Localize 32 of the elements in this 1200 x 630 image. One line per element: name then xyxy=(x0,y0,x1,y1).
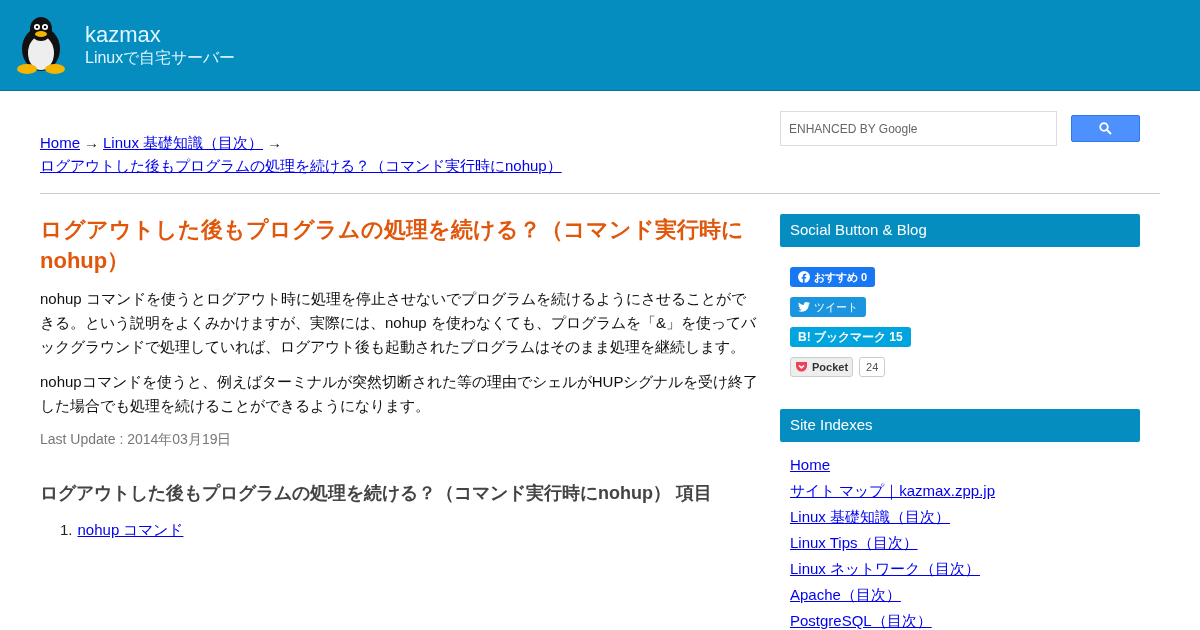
search-icon xyxy=(1099,122,1112,135)
breadcrumb-link[interactable]: Linux 基礎知識（目次） xyxy=(103,131,264,154)
list-number: 1. xyxy=(60,520,73,540)
sidebar-heading: Social Button & Blog xyxy=(780,214,1140,247)
sidebar-link[interactable]: サイト マップ｜kazmax.zpp.jp xyxy=(790,480,1002,502)
pocket-button[interactable]: Pocket xyxy=(790,357,854,377)
facebook-icon xyxy=(798,271,810,283)
toc-heading: ログアウトした後もプログラムの処理を続ける？（コマンド実行時にnohup） 項目 xyxy=(40,482,713,505)
bird-icon xyxy=(798,302,810,312)
site-tagline: Linuxで自宅サーバー xyxy=(85,48,236,68)
pocket-icon xyxy=(795,361,808,373)
article-title: ログアウトした後もプログラムの処理を続ける？（コマンド実行時にnohup） xyxy=(40,216,745,275)
sidebar-link[interactable]: Linux 基礎知識（目次） xyxy=(790,506,957,528)
breadcrumb-arrow: → xyxy=(267,133,283,153)
search-button[interactable] xyxy=(1071,115,1140,142)
sidebar-heading: Site Indexes xyxy=(780,409,1140,442)
breadcrumb-link[interactable]: ログアウトした後もプログラムの処理を続ける？（コマンド実行時にnohup） xyxy=(40,154,562,177)
sidebar-link[interactable]: Linux Tips（目次） xyxy=(790,532,924,554)
breadcrumb-arrow: → xyxy=(84,133,99,153)
sidebar-link[interactable]: PostgreSQL（目次） xyxy=(790,610,938,630)
sidebar-link[interactable]: Apache（目次） xyxy=(790,584,907,606)
breadcrumb-link[interactable]: Home xyxy=(40,131,80,154)
toc-link[interactable]: nohup コマンド xyxy=(77,519,184,542)
search-field[interactable]: ENHANCED BY Google xyxy=(780,111,1057,146)
pocket-count: 24 xyxy=(859,357,886,377)
article-paragraph: nohup コマンドを使うとログアウト時に処理を停止させないでプログラムを続けるようにさせることができる。という説明をよくみかけますが、実際には、nohup を使わなくても、プログラムを「&」を使ってバックグラウンドで処理していれば、ログアウト後も起動されたプログラムはそのまま処理を継続します。 xyxy=(40,289,758,357)
last-update: Last Update : 2014年03月19日 xyxy=(40,430,233,449)
facebook-recommend-button[interactable]: おすすめ 0 xyxy=(790,267,876,287)
article-paragraph: nohupコマンドを使うと、例えばターミナルが突然切断された等の理由でシェルがHUPシグナルを受け終了した場合でも処理を続けることができるようになります。 xyxy=(40,372,760,416)
sidebar-link[interactable]: Home xyxy=(790,454,836,476)
penguin-logo-icon xyxy=(15,15,67,75)
sidebar-link[interactable]: Linux ネットワーク（目次） xyxy=(790,558,987,580)
